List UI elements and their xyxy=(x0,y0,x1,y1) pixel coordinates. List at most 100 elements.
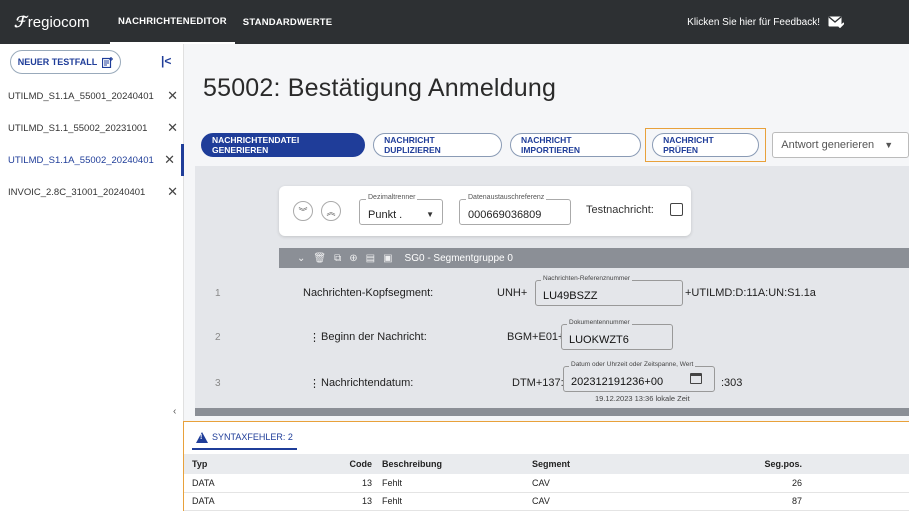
feedback-label: Klicken Sie hier für Feedback! xyxy=(687,16,820,28)
warning-icon: ! xyxy=(196,431,208,443)
close-icon[interactable]: ✕ xyxy=(164,152,175,168)
decimal-separator-select[interactable]: Dezimaltrenner Punkt . ▼ xyxy=(359,194,443,225)
test-message-checkbox[interactable] xyxy=(670,203,683,216)
table-row[interactable]: DATA 13 Fehlt CAV 26 xyxy=(184,474,909,493)
segment-prefix: BGM+E01+ xyxy=(507,331,565,343)
top-bar: ℱ regiocom NACHRICHTENEDITOR STANDARDWER… xyxy=(0,0,909,44)
segment-suffix: :303 xyxy=(721,377,743,389)
syntax-errors-panel: ! SYNTAXFEHLER: 2 Typ Code Beschreibung … xyxy=(183,421,909,511)
cell-type: DATA xyxy=(184,474,334,493)
close-icon[interactable]: ✕ xyxy=(167,88,178,104)
message-editor: ︾ ︽ Dezimaltrenner Punkt . ▼ Datenaustau… xyxy=(195,166,909,414)
segment-row: 2 ⋮ Beginn der Nachricht: BGM+E01+ Dokum… xyxy=(195,318,909,358)
page-title: 55002: Bestätigung Anmeldung xyxy=(203,74,557,102)
cell-code: 13 xyxy=(334,492,382,511)
field-value: LUOKWZT6 xyxy=(569,334,629,346)
check-message-button[interactable]: NACHRICHT PRÜFEN xyxy=(652,133,760,157)
copy-icon[interactable]: ⧉ xyxy=(334,253,341,264)
expand-all-button[interactable]: ︽ xyxy=(321,201,341,221)
reference-number-field[interactable]: Nachrichten-Referenznummer LU49BSZZ xyxy=(535,275,683,306)
document-number-field[interactable]: Dokumentennummer LUOKWZT6 xyxy=(561,319,673,350)
column-header[interactable]: Code xyxy=(334,454,382,474)
column-header[interactable]: Segment xyxy=(532,454,742,474)
test-message-label: Testnachricht: xyxy=(586,204,654,216)
cell-spacer xyxy=(802,474,909,493)
add-icon[interactable]: ⊕ xyxy=(349,253,357,264)
list-icon[interactable]: ▤ xyxy=(366,253,375,264)
collapse-sidebar-icon[interactable]: |< xyxy=(161,54,171,68)
drag-handle-icon[interactable]: ⋮ xyxy=(309,377,320,390)
chevrons-up-icon: ︽ xyxy=(326,206,336,217)
field-label: Nachrichten-Referenznummer xyxy=(541,275,633,282)
feedback-link[interactable]: Klicken Sie hier für Feedback! xyxy=(687,0,844,44)
testcase-list: UTILMD_S1.1A_55001_20240401 ✕ UTILMD_S1.… xyxy=(0,80,184,208)
brand-name: regiocom xyxy=(27,13,90,31)
decimal-separator-label: Dezimaltrenner xyxy=(366,194,418,201)
testcase-label: UTILMD_S1.1_55002_20231001 xyxy=(8,122,148,134)
cell-segment: CAV xyxy=(532,492,742,511)
answer-select-value: Antwort generieren xyxy=(781,139,875,151)
close-icon[interactable]: ✕ xyxy=(167,184,178,200)
field-label: Dokumentennummer xyxy=(567,319,632,326)
new-testcase-button[interactable]: NEUER TESTFALL xyxy=(10,50,121,74)
testcase-item-active[interactable]: UTILMD_S1.1A_55002_20240401 ✕ xyxy=(0,144,184,176)
segment-label: Beginn der Nachricht: xyxy=(321,331,427,343)
decimal-separator-value: Punkt . xyxy=(368,209,403,221)
cell-spacer xyxy=(802,492,909,511)
date-field[interactable]: Datum oder Uhrzeit oder Zeitspanne, Wert… xyxy=(563,361,715,392)
delete-icon[interactable]: 🗑 xyxy=(313,253,326,264)
column-header[interactable]: Beschreibung xyxy=(382,454,532,474)
cell-segment-position: 87 xyxy=(742,492,802,511)
feedback-mail-icon xyxy=(828,16,844,28)
chevron-down-icon[interactable]: ⌄ xyxy=(297,253,305,264)
answer-select[interactable]: Antwort generieren ▼ xyxy=(772,132,909,158)
tab-syntax-errors[interactable]: ! SYNTAXFEHLER: 2 xyxy=(192,426,297,450)
save-icon[interactable]: ▣ xyxy=(383,253,392,264)
testcase-item[interactable]: INVOIC_2.8C_31001_20240401 ✕ xyxy=(0,176,184,208)
message-settings-card: ︾ ︽ Dezimaltrenner Punkt . ▼ Datenaustau… xyxy=(279,186,691,236)
syntax-errors-label: SYNTAXFEHLER: 2 xyxy=(212,432,293,442)
segment-suffix: +UTILMD:D:11A:UN:S1.1a xyxy=(685,287,816,299)
new-testcase-label: NEUER TESTFALL xyxy=(17,57,98,67)
errors-table: Typ Code Beschreibung Segment Seg.pos. D… xyxy=(184,454,909,511)
collapse-all-button[interactable]: ︾ xyxy=(293,201,313,221)
nav-message-editor[interactable]: NACHRICHTENEDITOR xyxy=(110,0,235,44)
brand-logo[interactable]: ℱ regiocom xyxy=(14,13,110,32)
field-value: 202312191236+00 xyxy=(571,376,664,388)
scroll-left-icon[interactable]: ‹ xyxy=(173,406,176,417)
exchange-reference-field[interactable]: Datenaustauschreferenz 000669036809 xyxy=(459,194,571,225)
close-icon[interactable]: ✕ xyxy=(167,120,178,136)
field-label: Datum oder Uhrzeit oder Zeitspanne, Wert xyxy=(569,361,696,368)
main-content: 55002: Bestätigung Anmeldung NACHRICHTEN… xyxy=(183,44,909,511)
drag-handle-icon[interactable]: ⋮ xyxy=(309,331,320,344)
table-header-row: Typ Code Beschreibung Segment Seg.pos. xyxy=(184,454,909,474)
message-toolbar: NACHRICHTENDATEI GENERIEREN NACHRICHT DU… xyxy=(201,128,909,162)
caret-down-icon: ▼ xyxy=(426,210,434,219)
testcase-item[interactable]: UTILMD_S1.1_55002_20231001 ✕ xyxy=(0,112,184,144)
cell-type: DATA xyxy=(184,492,334,511)
column-spacer xyxy=(802,454,909,474)
import-message-button[interactable]: NACHRICHT IMPORTIEREN xyxy=(509,133,642,157)
column-header[interactable]: Seg.pos. xyxy=(742,454,802,474)
generate-file-button[interactable]: NACHRICHTENDATEI GENERIEREN xyxy=(201,133,366,157)
horizontal-scrollbar[interactable] xyxy=(195,408,909,416)
duplicate-message-button[interactable]: NACHRICHT DUPLIZIEREN xyxy=(373,133,502,157)
exchange-reference-value: 000669036809 xyxy=(468,209,542,221)
nav-default-values[interactable]: STANDARDWERTE xyxy=(235,0,341,44)
add-document-icon xyxy=(102,56,114,68)
column-header[interactable]: Typ xyxy=(184,454,334,474)
calendar-icon[interactable] xyxy=(690,373,702,384)
field-value: LU49BSZZ xyxy=(543,290,598,302)
segment-group-bar[interactable]: ⌄ 🗑 ⧉ ⊕ ▤ ▣ SG0 - Segmentgruppe 0 xyxy=(279,248,909,268)
check-message-highlight: NACHRICHT PRÜFEN xyxy=(645,128,767,162)
cell-segment: CAV xyxy=(532,474,742,493)
cell-code: 13 xyxy=(334,474,382,493)
row-number: 3 xyxy=(215,378,221,389)
row-number: 2 xyxy=(215,332,221,343)
local-time-hint: 19.12.2023 13:36 lokale Zeit xyxy=(595,394,690,403)
caret-down-icon: ▼ xyxy=(884,140,894,150)
testcase-label: INVOIC_2.8C_31001_20240401 xyxy=(8,186,146,198)
table-row[interactable]: DATA 13 Fehlt CAV 87 xyxy=(184,492,909,511)
testcase-item[interactable]: UTILMD_S1.1A_55001_20240401 ✕ xyxy=(0,80,184,112)
segment-prefix: DTM+137: xyxy=(512,377,564,389)
